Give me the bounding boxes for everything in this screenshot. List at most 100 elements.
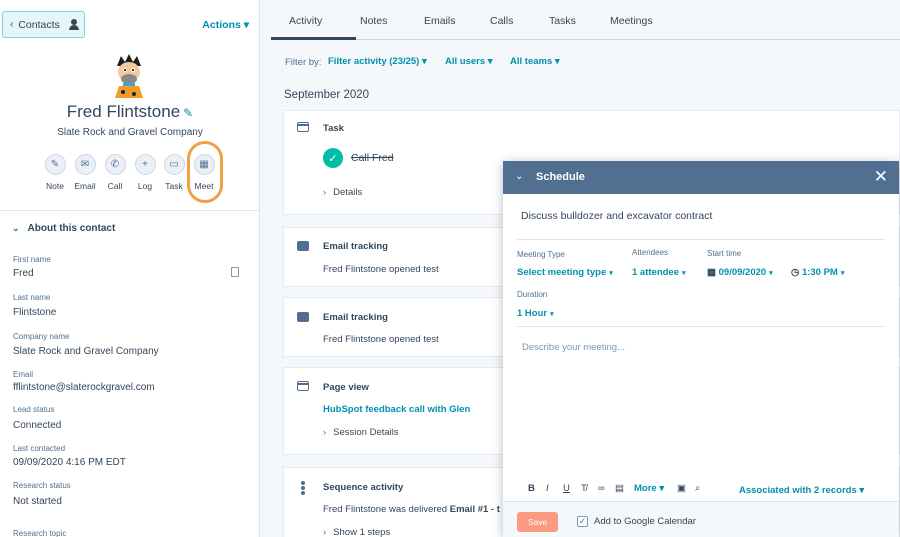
tab-calls[interactable]: Calls — [490, 15, 513, 27]
card-type: Email tracking — [323, 241, 388, 252]
more-dropdown[interactable]: More ▾ — [634, 483, 664, 494]
google-calendar-checkbox[interactable]: ✓ — [577, 516, 588, 527]
caret-down-icon: ▾ — [550, 311, 554, 318]
card-text: Fred Flintstone was delivered Email #1 -… — [323, 504, 500, 515]
sequence-icon — [301, 481, 305, 495]
prop-value-lead-status[interactable]: Connected — [13, 420, 61, 431]
divider — [517, 326, 885, 327]
prop-value-email[interactable]: fflintstone@slaterockgravel.com — [13, 382, 155, 393]
meeting-type-value: Select meeting type — [517, 267, 607, 278]
meeting-description-input[interactable]: Describe your meeting... — [522, 342, 625, 353]
schedule-panel: ⌄ Schedule ✕ Discuss bulldozer and excav… — [503, 161, 899, 537]
phone-icon: ✆ — [104, 154, 126, 175]
page-view-link[interactable]: HubSpot feedback call with Glen — [323, 404, 470, 415]
task-title: Call Fred — [351, 152, 394, 164]
task-action-button[interactable]: ▭ Task — [162, 154, 186, 191]
video-icon[interactable]: ▣ — [677, 483, 686, 494]
snippet-icon[interactable]: ▤ — [615, 483, 624, 494]
details-toggle[interactable]: › Details — [323, 187, 362, 198]
start-time-label: Start time — [707, 249, 742, 258]
associations-dropdown[interactable]: Associated with 2 records ▾ — [739, 485, 864, 496]
close-icon[interactable]: ✕ — [874, 167, 888, 187]
prop-value-last-name[interactable]: Flintstone — [13, 307, 56, 318]
actions-dropdown[interactable]: Actions ▾ — [202, 19, 249, 31]
underline-button[interactable]: U — [563, 483, 570, 494]
avatar — [115, 54, 143, 98]
meeting-type-dropdown[interactable]: Select meeting type ▾ — [517, 267, 613, 278]
attendees-label: Attendees — [632, 248, 669, 257]
prop-label-last-contacted: Last contacted — [13, 444, 66, 453]
associations-label: Associated with 2 records — [739, 485, 857, 496]
save-button[interactable]: Save — [517, 512, 558, 532]
tab-meetings[interactable]: Meetings — [610, 15, 653, 27]
schedule-title: Schedule — [536, 171, 585, 183]
clock-icon: ◷ — [791, 267, 800, 278]
start-date-picker[interactable]: ▦ 09/09/2020 ▾ — [707, 267, 773, 278]
duration-dropdown[interactable]: 1 Hour ▾ — [517, 308, 554, 319]
back-button-label: Contacts — [18, 18, 60, 31]
tab-activity[interactable]: Activity — [289, 15, 322, 27]
filter-teams-dropdown[interactable]: All teams ▾ — [510, 56, 560, 67]
sequence-text: Fred Flintstone was delivered — [323, 504, 450, 515]
prop-value-first-name[interactable]: Fred — [13, 268, 34, 279]
back-to-contacts-button[interactable]: ‹ Contacts — [2, 11, 85, 38]
checkmark-icon[interactable]: ✓ — [323, 148, 343, 168]
filter-activity-dropdown[interactable]: Filter activity (23/25) ▾ — [328, 56, 427, 67]
start-time-picker[interactable]: ◷ 1:30 PM ▾ — [791, 267, 844, 278]
show-steps-label: Show 1 steps — [333, 527, 391, 537]
meet-highlight-ring — [187, 141, 223, 203]
tab-notes[interactable]: Notes — [360, 15, 387, 27]
card-text: Fred Flintstone opened test — [323, 334, 439, 345]
caret-down-icon: ▾ — [769, 270, 773, 277]
email-icon — [297, 312, 309, 322]
link-icon[interactable]: ∞ — [598, 483, 605, 494]
clear-format-icon[interactable]: T̸ — [581, 483, 587, 494]
prop-value-last-contacted[interactable]: 09/09/2020 4:16 PM EDT — [13, 457, 126, 468]
caret-down-icon: ▾ — [487, 56, 493, 67]
schedule-footer: Save ✓ Add to Google Calendar — [503, 501, 899, 537]
divider — [0, 210, 259, 211]
prop-value-company-name[interactable]: Slate Rock and Gravel Company — [13, 346, 159, 357]
filter-users-dropdown[interactable]: All users ▾ — [445, 56, 493, 67]
prop-label-lead-status: Lead status — [13, 405, 55, 414]
sequence-email-name: Email #1 - t — [449, 504, 500, 515]
call-action-button[interactable]: ✆ Call — [103, 154, 127, 191]
caret-down-icon: ▾ — [682, 270, 686, 277]
card-type: Task — [323, 123, 344, 134]
note-action-button[interactable]: ✎ Note — [43, 154, 67, 191]
plus-icon: + — [134, 154, 156, 175]
tab-tasks[interactable]: Tasks — [549, 15, 576, 27]
document-icon[interactable] — [231, 267, 239, 277]
divider — [517, 239, 885, 240]
card-type: Email tracking — [323, 312, 388, 323]
session-details-label: Session Details — [333, 427, 399, 438]
show-steps-toggle[interactable]: › Show 1 steps — [323, 527, 390, 537]
chevron-down-icon[interactable]: ⌄ — [515, 171, 523, 182]
caret-down-icon: ▾ — [422, 56, 427, 67]
attachment-icon[interactable]: ⌕ — [695, 483, 700, 494]
contact-name: Fred Flintstone ✎ — [0, 102, 259, 122]
card-type: Page view — [323, 382, 369, 393]
email-icon — [297, 241, 309, 251]
email-action-button[interactable]: ✉ Email — [73, 154, 97, 191]
note-icon: ✎ — [44, 154, 66, 175]
meeting-type-label: Meeting Type — [517, 250, 565, 259]
start-time-value: 1:30 PM — [801, 267, 838, 278]
email-icon: ✉ — [74, 154, 96, 175]
tab-emails[interactable]: Emails — [424, 15, 456, 27]
meeting-subject-input[interactable]: Discuss bulldozer and excavator contract — [521, 210, 712, 222]
activity-tabs: Activity Notes Emails Calls Tasks Meetin… — [271, 0, 900, 40]
more-label: More — [634, 483, 657, 494]
italic-button[interactable]: I — [546, 483, 549, 494]
filter-label: Filter by: — [285, 57, 322, 68]
filter-activity-label: Filter activity (23/25) — [328, 56, 420, 67]
about-section-toggle[interactable]: ⌄ About this contact — [12, 223, 115, 234]
about-section-title: About this contact — [27, 223, 116, 234]
pencil-icon[interactable]: ✎ — [183, 106, 193, 120]
prop-value-research-status[interactable]: Not started — [13, 496, 62, 507]
browser-icon — [297, 381, 309, 391]
prop-label-last-name: Last name — [13, 293, 51, 302]
bold-button[interactable]: B — [528, 483, 535, 494]
attendees-dropdown[interactable]: 1 attendee ▾ — [632, 267, 686, 278]
session-details-toggle[interactable]: › Session Details — [323, 427, 399, 438]
